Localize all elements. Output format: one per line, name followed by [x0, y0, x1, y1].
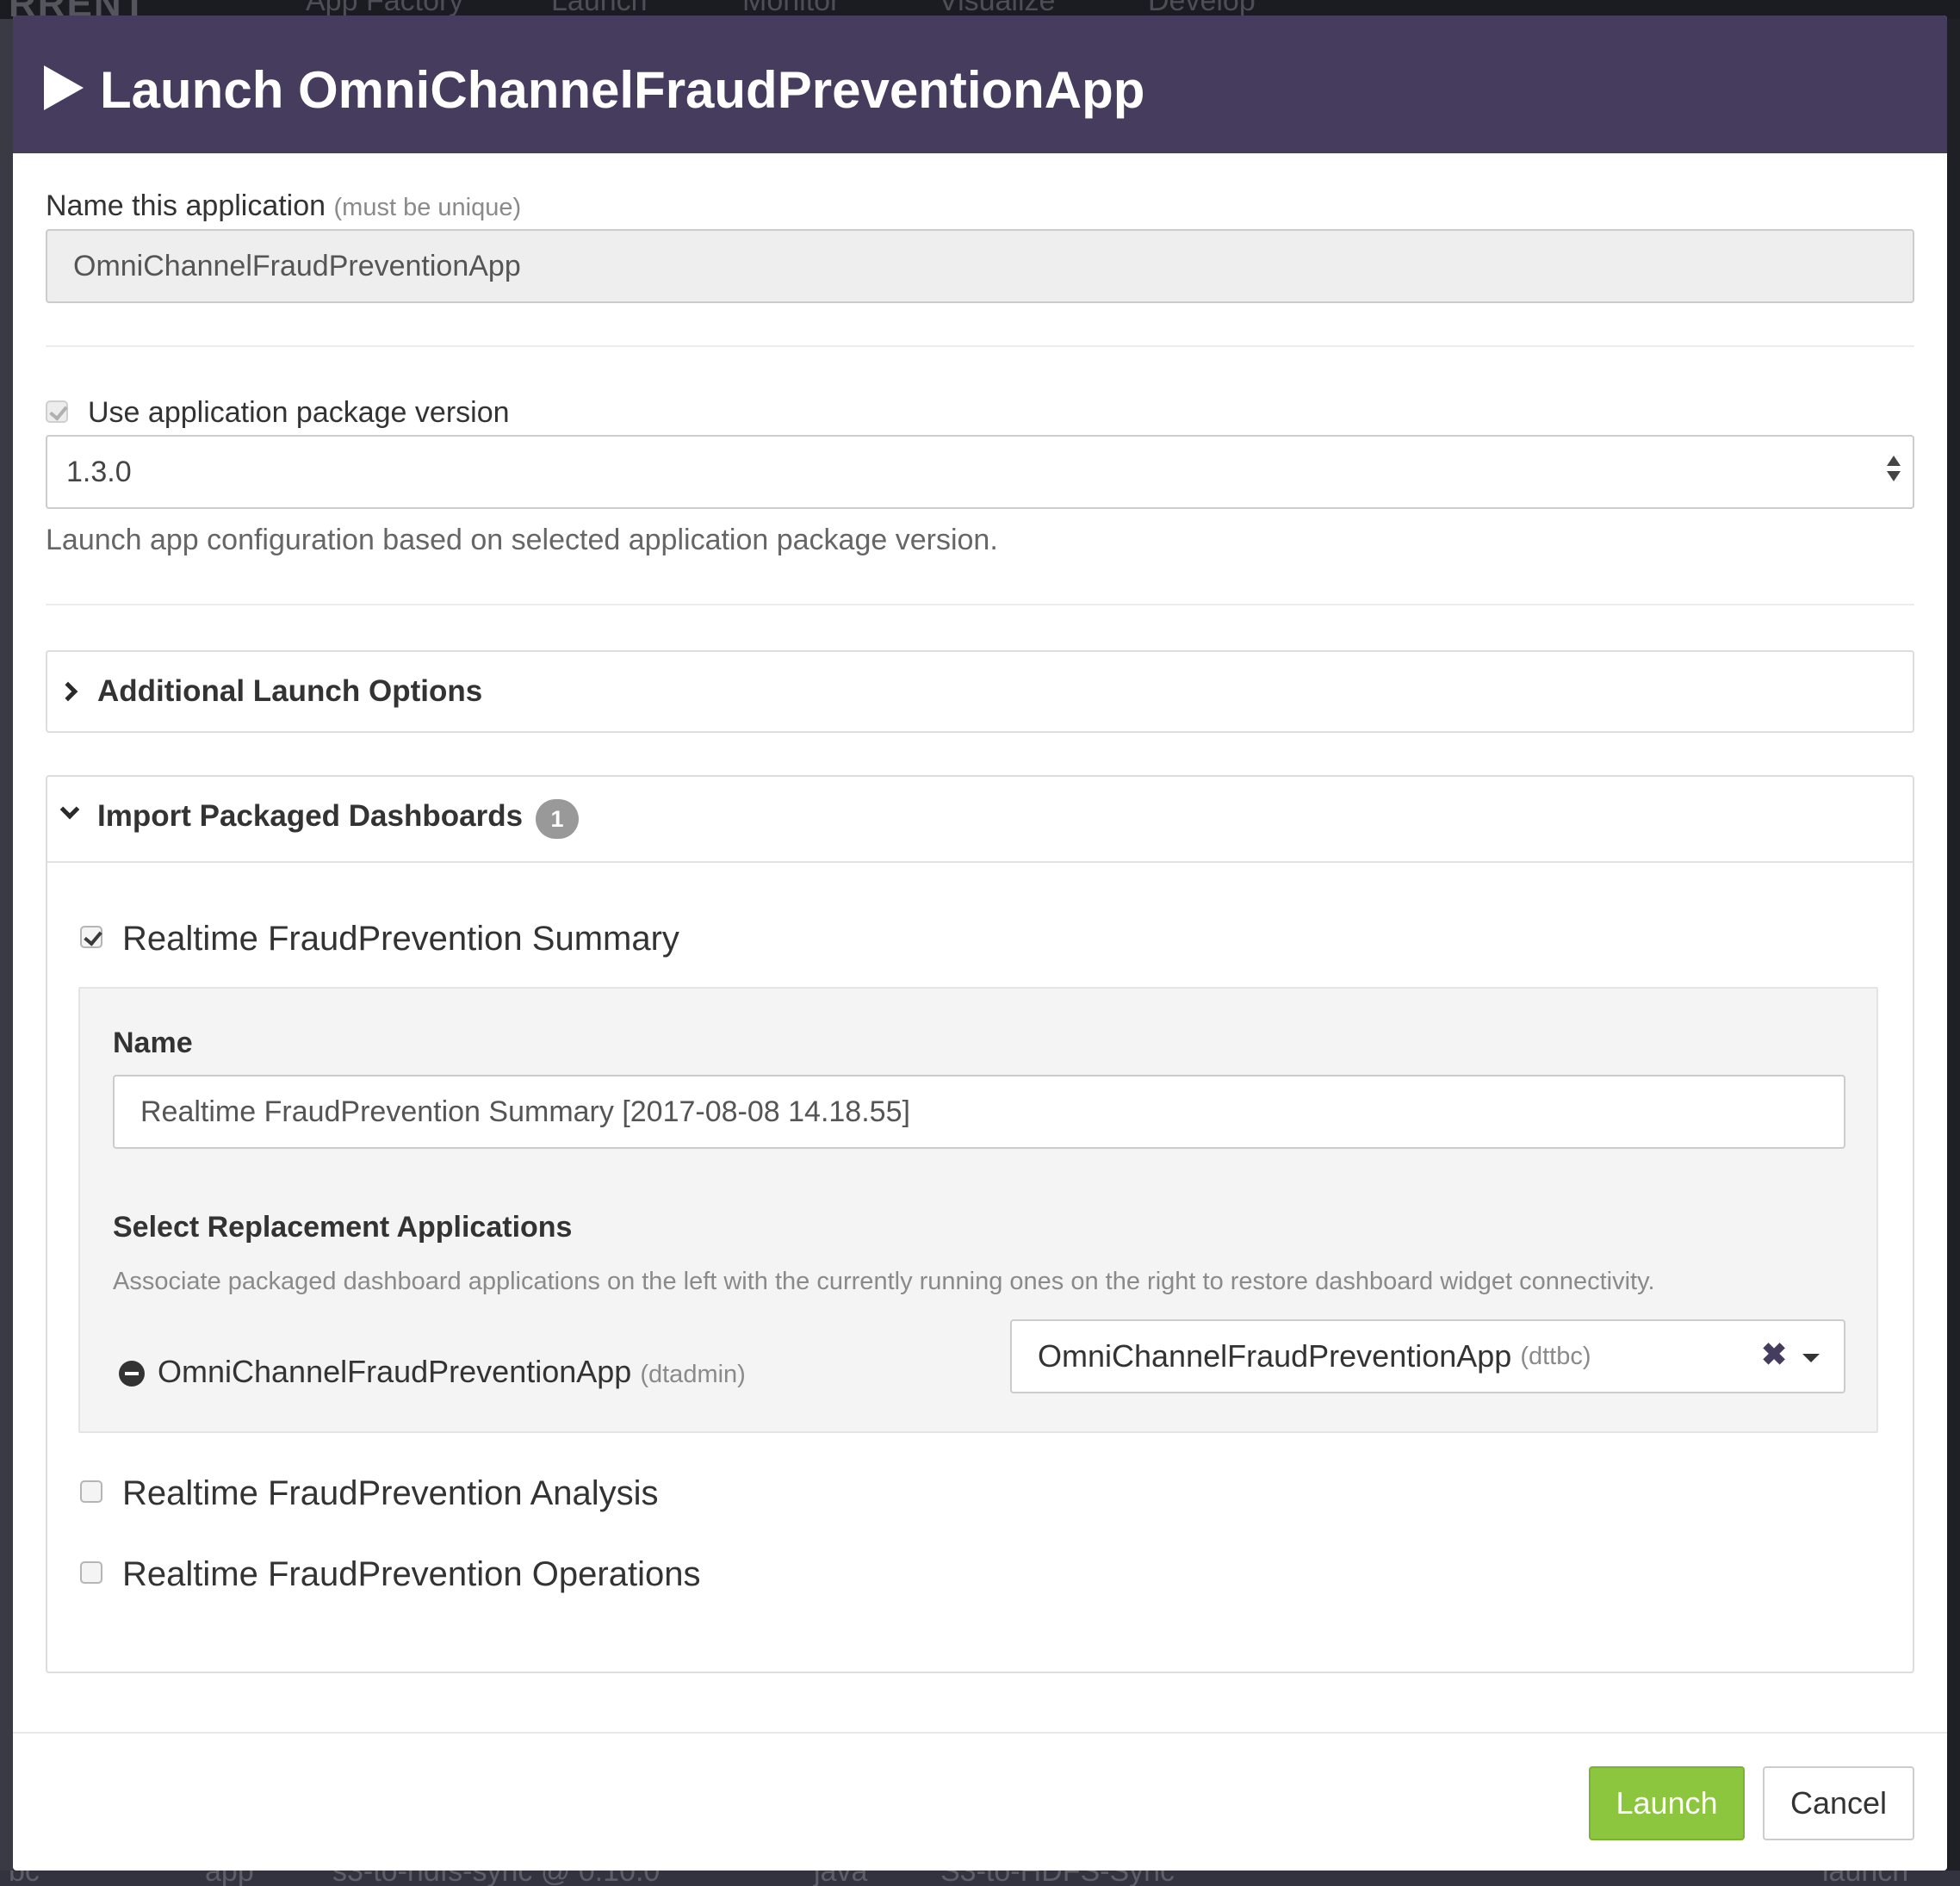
- use-version-checkbox[interactable]: [46, 400, 68, 423]
- footer-divider: [13, 1732, 1947, 1734]
- dialog-title: Launch OmniChannelFraudPreventionApp: [100, 61, 1145, 119]
- source-app-user: (dtadmin): [640, 1361, 746, 1388]
- dashboard-details: Name Realtime FraudPrevention Summary [2…: [78, 987, 1878, 1433]
- launch-button[interactable]: Launch: [1589, 1766, 1745, 1840]
- dashboard-count-badge: 1: [536, 799, 579, 839]
- dashboard-checkbox-operations[interactable]: [80, 1561, 102, 1584]
- target-app-user: (dttbc): [1520, 1342, 1591, 1370]
- import-dashboards-title: Import Packaged Dashboards: [97, 799, 524, 833]
- app-name-label: Name this application (must be unique): [46, 189, 521, 223]
- version-select-value: 1.3.0: [66, 455, 132, 488]
- clear-selection-icon[interactable]: ✖: [1761, 1337, 1787, 1373]
- dashboard-checkbox-analysis[interactable]: [80, 1480, 102, 1503]
- background-cell: S3-to-HDFS-Sync: [940, 1870, 1175, 1886]
- dashboard-label-operations: Realtime FraudPrevention Operations: [122, 1555, 701, 1593]
- background-cell: bc: [9, 1870, 40, 1886]
- play-icon: [44, 65, 84, 110]
- app-name-hint: (must be unique): [333, 194, 522, 221]
- background-sidebar: [0, 19, 13, 1886]
- replacement-help: Associate packaged dashboard application…: [113, 1268, 1655, 1295]
- additional-options-panel[interactable]: Additional Launch Options: [46, 650, 1914, 733]
- launch-dialog: Launch OmniChannelFraudPreventionApp Nam…: [13, 16, 1947, 1870]
- chevron-right-icon: [58, 681, 78, 702]
- replacement-app-select[interactable]: OmniChannelFraudPreventionApp (dttbc) ✖: [1010, 1319, 1845, 1393]
- section-divider: [46, 345, 1914, 347]
- select-arrows-icon: [1885, 456, 1902, 490]
- cancel-button[interactable]: Cancel: [1763, 1766, 1914, 1840]
- dialog-header: Launch OmniChannelFraudPreventionApp: [13, 16, 1947, 153]
- dashboard-label-analysis: Realtime FraudPrevention Analysis: [122, 1474, 659, 1512]
- chevron-down-icon: [59, 799, 80, 820]
- app-name-input[interactable]: OmniChannelFraudPreventionApp: [46, 229, 1914, 303]
- background-cell: java: [814, 1870, 867, 1886]
- remove-circle-icon[interactable]: [119, 1361, 145, 1387]
- app-name-label-text: Name this application: [46, 189, 326, 222]
- dashboard-name-label: Name: [113, 1027, 193, 1059]
- import-dashboards-header[interactable]: Import Packaged Dashboards 1: [47, 777, 1913, 863]
- additional-options-title: Additional Launch Options: [97, 674, 483, 708]
- app-name-value: OmniChannelFraudPreventionApp: [73, 249, 521, 282]
- background-cell: app: [205, 1870, 254, 1886]
- dashboard-label-summary: Realtime FraudPrevention Summary: [122, 920, 679, 958]
- target-app-name: OmniChannelFraudPreventionApp: [1038, 1338, 1512, 1374]
- dashboard-checkbox-summary[interactable]: [80, 926, 102, 948]
- background-table-row: bc app s3-to-hdfs-sync @ 0.10.0 java S3-…: [0, 1870, 1960, 1886]
- replacement-title: Select Replacement Applications: [113, 1211, 573, 1244]
- dashboard-name-value: Realtime FraudPrevention Summary [2017-0…: [140, 1095, 910, 1128]
- source-app: OmniChannelFraudPreventionApp (dtadmin): [158, 1354, 746, 1390]
- background-cell: launch: [1822, 1870, 1908, 1886]
- section-divider: [46, 604, 1914, 605]
- caret-down-icon[interactable]: [1802, 1354, 1820, 1362]
- dashboard-name-input[interactable]: Realtime FraudPrevention Summary [2017-0…: [113, 1075, 1845, 1149]
- background-cell: s3-to-hdfs-sync @ 0.10.0: [332, 1870, 660, 1886]
- use-version-label: Use application package version: [88, 396, 510, 429]
- version-help-text: Launch app configuration based on select…: [46, 524, 998, 556]
- source-app-name: OmniChannelFraudPreventionApp: [158, 1354, 632, 1389]
- version-select[interactable]: 1.3.0: [46, 435, 1914, 509]
